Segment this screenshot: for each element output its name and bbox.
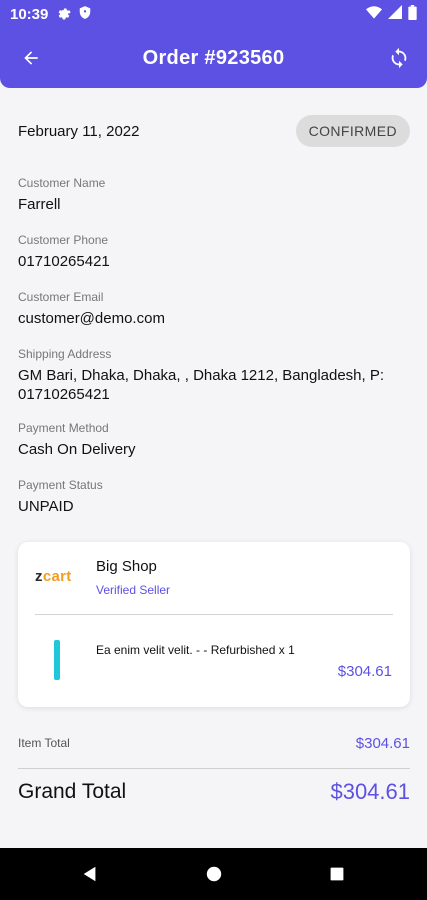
field-customer-phone: Customer Phone 01710265421 [18,232,409,271]
field-payment-method: Payment Method Cash On Delivery [18,420,409,459]
divider [18,768,410,769]
field-customer-name: Customer Name Farrell [18,175,409,214]
product-thumbnail[interactable] [53,640,61,680]
item-total-row: Item Total $304.61 [18,733,410,753]
field-value: customer@demo.com [18,310,165,327]
status-bar: 10:39 [0,0,427,28]
shield-icon [78,5,92,24]
field-label: Customer Phone [18,233,109,247]
field-label: Payment Method [18,421,109,435]
divider [35,614,393,615]
app-bar: Order #923560 [0,28,427,88]
battery-icon [408,4,417,24]
grand-total-value: $304.61 [330,779,410,804]
system-nav-bar [0,848,427,900]
signal-icon [388,5,402,23]
field-label: Shipping Address [18,347,112,361]
order-items-card: zcart Big Shop Verified Seller Ea enim v… [18,542,410,707]
item-total-label: Item Total [18,736,70,750]
verified-seller-badge: Verified Seller [96,583,171,597]
grand-total-row: Grand Total $304.61 [18,777,410,807]
seller-name[interactable]: Big Shop [96,558,157,575]
nav-recents-icon[interactable] [325,862,349,886]
settings-icon [56,5,71,24]
logo-text: cart [42,568,72,585]
field-label: Payment Status [18,478,103,492]
wifi-icon [366,5,382,23]
field-value: Farrell [18,196,61,213]
field-customer-email: Customer Email customer@demo.com [18,289,409,328]
field-value: GM Bari, Dhaka, Dhaka, , Dhaka 1212, Ban… [18,367,385,403]
seller-logo[interactable]: zcart [35,568,72,585]
order-header: February 11, 2022 CONFIRMED [18,114,410,148]
nav-back-icon[interactable] [78,862,102,886]
field-shipping-address: Shipping Address GM Bari, Dhaka, Dhaka, … [18,346,409,404]
field-label: Customer Name [18,176,106,190]
item-price: $304.61 [337,663,392,680]
grand-total-label: Grand Total [18,780,127,803]
field-value: UNPAID [18,498,74,515]
status-badge: CONFIRMED [295,115,410,147]
refresh-icon[interactable] [385,44,413,72]
field-label: Customer Email [18,290,104,304]
field-payment-status: Payment Status UNPAID [18,477,409,516]
item-total-value: $304.61 [355,734,410,752]
field-value: 01710265421 [18,253,110,270]
page-title: Order #923560 [142,46,285,69]
nav-home-icon[interactable] [202,862,226,886]
status-time: 10:39 [10,5,49,23]
back-arrow-icon[interactable] [18,45,44,71]
field-value: Cash On Delivery [18,441,136,458]
item-name[interactable]: Ea enim velit velit. - - Refurbished x 1 [96,643,295,657]
order-date: February 11, 2022 [18,122,140,140]
